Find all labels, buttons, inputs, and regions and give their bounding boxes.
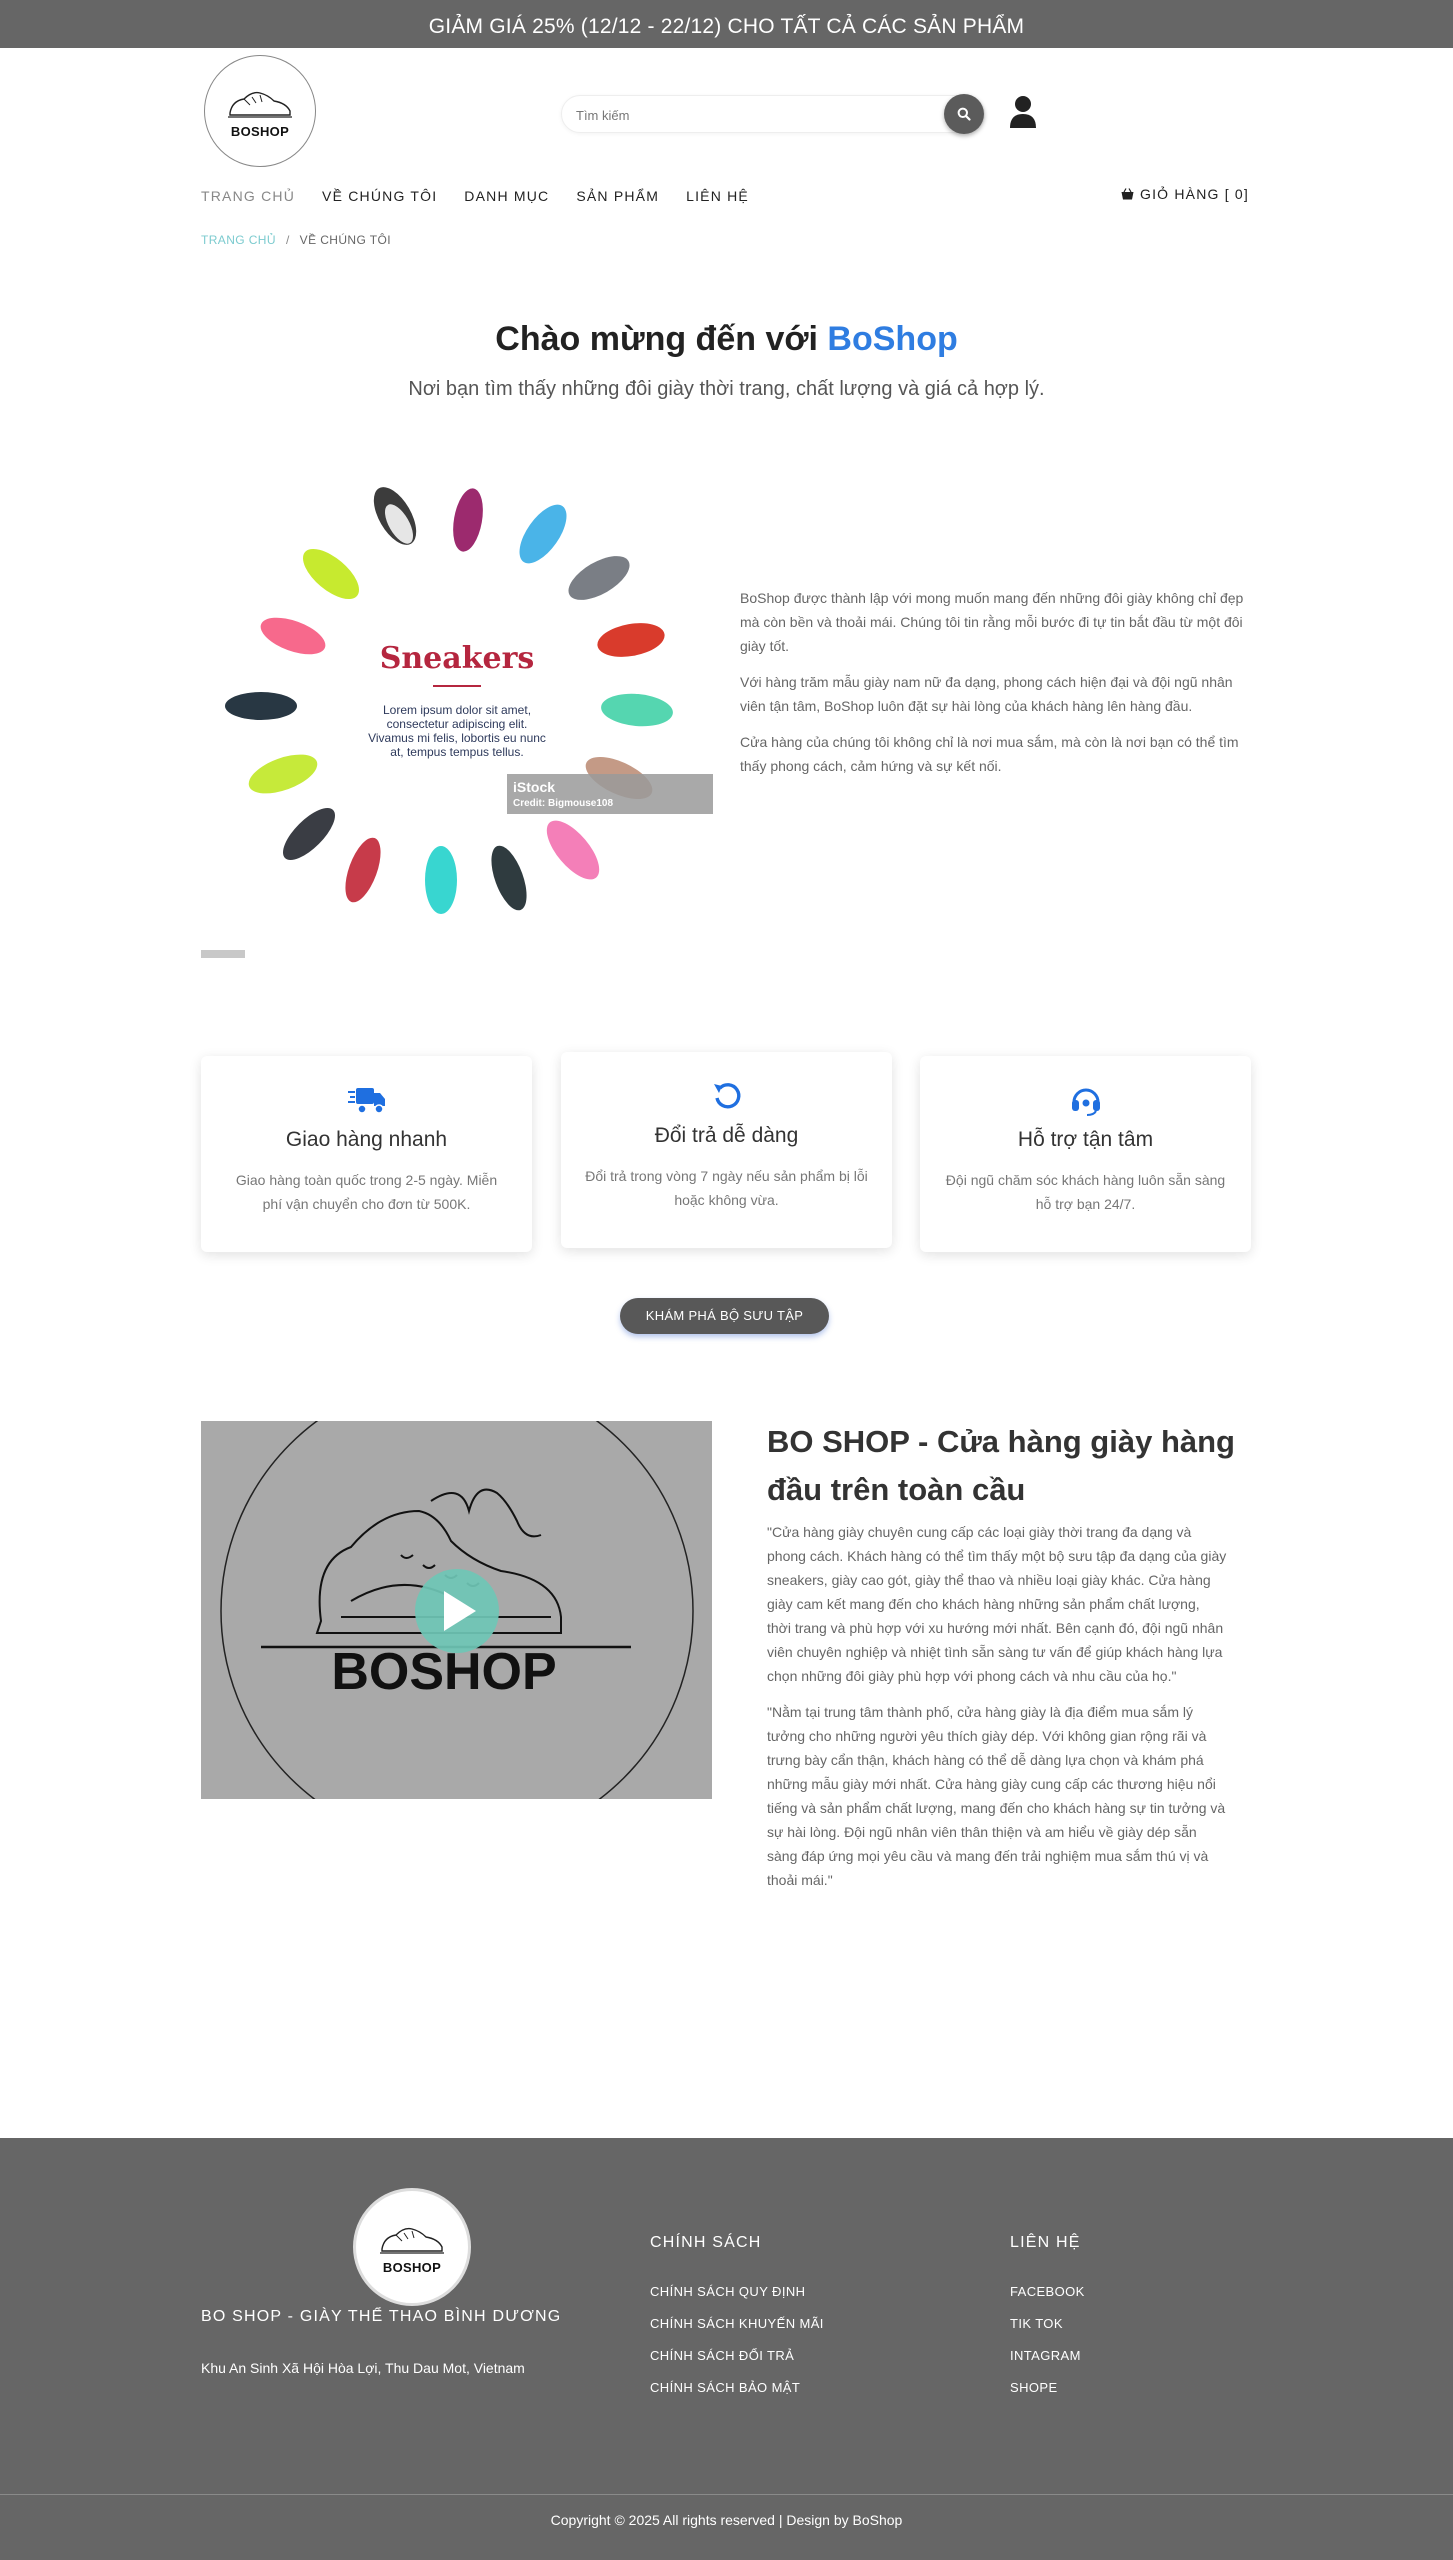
footer-link-policy-privacy[interactable]: CHÍNH SÁCH BẢO MẬT: [650, 2380, 824, 2412]
logo-text: BOSHOP: [230, 124, 290, 139]
story-paragraph: "Nằm tại trung tâm thành phố, cửa hàng g…: [767, 1704, 1226, 1888]
feature-desc: Đổi trả trong vòng 7 ngày nếu sản phẩm b…: [585, 1168, 868, 1208]
footer-link-tiktok[interactable]: TIK TOK: [1010, 2316, 1085, 2348]
main-nav: TRANG CHỦ VỀ CHÚNG TÔI DANH MỤC SẢN PHẨM…: [201, 188, 776, 208]
explore-collection-button[interactable]: KHÁM PHÁ BỘ SƯU TẬP: [620, 1298, 829, 1334]
istock-watermark: iStock: [513, 779, 555, 795]
story-title: BO SHOP - Cửa hàng giày hàng đầu trên to…: [767, 1424, 1235, 1507]
video-player[interactable]: BOSHOP: [201, 1421, 712, 1799]
search-button[interactable]: [944, 94, 984, 134]
site-logo[interactable]: BOSHOP: [204, 55, 316, 167]
truck-icon: [347, 1088, 385, 1114]
title-prefix: Chào mừng đến với: [495, 320, 818, 358]
footer-policy-list: CHÍNH SÁCH QUY ĐỊNH CHÍNH SÁCH KHUYẾN MÃ…: [650, 2284, 824, 2412]
footer-address: Khu An Sinh Xã Hội Hòa Lợi, Thu Dau Mot,…: [201, 2360, 525, 2376]
lorem-line-4: at, tempus tempus tellus.: [390, 745, 523, 759]
footer-brand: BO SHOP - GIÀY THỂ THAO BÌNH DƯƠNG: [201, 2308, 562, 2325]
footer-contact-list: FACEBOOK TIK TOK INTAGRAM SHOPE: [1010, 2284, 1085, 2412]
breadcrumb-separator: /: [285, 233, 290, 247]
story-paragraph: "Cửa hàng giày chuyên cung cấp các loại …: [767, 1524, 1227, 1684]
footer-logo-text: BOSHOP: [382, 2260, 442, 2275]
feature-card-returns: Đổi trả dễ dàng Đổi trả trong vòng 7 ngà…: [561, 1052, 892, 1248]
sneaker-logo-icon: [380, 2227, 444, 2254]
lorem-line-3: Vivamus mi felis, lobortis eu nunc: [368, 731, 546, 745]
basket-icon: [1121, 188, 1134, 200]
feature-desc: Giao hàng toàn quốc trong 2-5 ngày. Miễn…: [235, 1172, 498, 1212]
nav-item-categories[interactable]: DANH MỤC: [464, 188, 549, 208]
footer-contact-title: LIÊN HỆ: [1010, 2234, 1081, 2251]
footer-policy-title: CHÍNH SÁCH: [650, 2234, 762, 2251]
about-text: BoShop được thành lập với mong muốn mang…: [740, 586, 1246, 790]
footer: BOSHOP BO SHOP - GIÀY THỂ THAO BÌNH DƯƠN…: [0, 2138, 1453, 2560]
image-badge: [201, 950, 245, 958]
feature-title: Hỗ trợ tận tâm: [1017, 1128, 1154, 1151]
cart-label: GIỎ HÀNG [ 0]: [1140, 186, 1249, 202]
sneakers-image: Sneakers Lorem ipsum dolor sit amet, con…: [201, 468, 713, 948]
lorem-line-2: consectetur adipiscing elit.: [387, 717, 528, 731]
page-title: Chào mừng đến với BoShop: [0, 320, 1453, 359]
footer-logo[interactable]: BOSHOP: [353, 2188, 471, 2306]
headset-icon: [1071, 1088, 1100, 1116]
sneakers-heading: Sneakers: [380, 641, 535, 676]
about-paragraph: Cửa hàng của chúng tôi không chỉ là nơi …: [740, 734, 1239, 774]
search-icon: [957, 107, 971, 121]
nav-item-products[interactable]: SẢN PHẨM: [576, 188, 659, 208]
nav-item-home[interactable]: TRANG CHỦ: [201, 188, 295, 208]
footer-link-instagram[interactable]: INTAGRAM: [1010, 2348, 1085, 2380]
page-subtitle: Nơi bạn tìm thấy những đôi giày thời tra…: [408, 378, 1045, 400]
about-paragraph: Với hàng trăm mẫu giày nam nữ đa dạng, p…: [740, 674, 1233, 714]
sneaker-logo-icon: [228, 91, 292, 118]
undo-icon: [713, 1083, 740, 1109]
breadcrumb: TRANG CHỦ / VỀ CHÚNG TÔI: [201, 233, 391, 247]
feature-title: Giao hàng nhanh: [285, 1128, 448, 1151]
feature-desc: Đội ngũ chăm sóc khách hàng luôn sẵn sàn…: [945, 1172, 1226, 1212]
istock-credit: Credit: Bigmouse108: [513, 798, 613, 809]
footer-link-policy-rules[interactable]: CHÍNH SÁCH QUY ĐỊNH: [650, 2284, 824, 2316]
sneakers-illustration: Sneakers Lorem ipsum dolor sit amet, con…: [225, 487, 713, 914]
nav-item-about[interactable]: VỀ CHÚNG TÔI: [322, 188, 437, 208]
footer-divider: [0, 2494, 1453, 2495]
feature-card-support: Hỗ trợ tận tâm Đội ngũ chăm sóc khách hà…: [920, 1056, 1251, 1252]
story-text: "Cửa hàng giày chuyên cung cấp các loại …: [767, 1520, 1227, 1904]
play-button[interactable]: [415, 1569, 499, 1653]
footer-link-shopee[interactable]: SHOPE: [1010, 2380, 1085, 2412]
feature-title: Đổi trả dễ dàng: [654, 1124, 799, 1147]
about-paragraph: BoShop được thành lập với mong muốn mang…: [740, 590, 1244, 654]
search-input[interactable]: [576, 96, 936, 134]
shoe-ring: [225, 487, 673, 914]
video-thumbnail: BOSHOP: [220, 1421, 694, 1799]
footer-link-policy-promo[interactable]: CHÍNH SÁCH KHUYẾN MÃI: [650, 2316, 824, 2348]
user-icon[interactable]: [1008, 94, 1038, 130]
promo-banner: GIẢM GIÁ 25% (12/12 - 22/12) CHO TẤT CẢ …: [0, 0, 1453, 48]
title-brand: BoShop: [827, 320, 958, 358]
copyright: Copyright © 2025 All rights reserved | D…: [550, 2512, 903, 2528]
video-logo-text: BOSHOP: [331, 1643, 556, 1701]
feature-card-shipping: Giao hàng nhanh Giao hàng toàn quốc tron…: [201, 1056, 532, 1252]
footer-link-policy-returns[interactable]: CHÍNH SÁCH ĐỔI TRẢ: [650, 2348, 824, 2380]
breadcrumb-home[interactable]: TRANG CHỦ: [201, 233, 276, 247]
lorem-line-1: Lorem ipsum dolor sit amet,: [383, 703, 531, 717]
nav-item-contact[interactable]: LIÊN HỆ: [686, 188, 749, 208]
search-bar: [561, 95, 985, 134]
footer-link-facebook[interactable]: FACEBOOK: [1010, 2284, 1085, 2316]
breadcrumb-current: VỀ CHÚNG TÔI: [299, 233, 391, 247]
cart-link[interactable]: GIỎ HÀNG [ 0]: [1121, 186, 1249, 202]
